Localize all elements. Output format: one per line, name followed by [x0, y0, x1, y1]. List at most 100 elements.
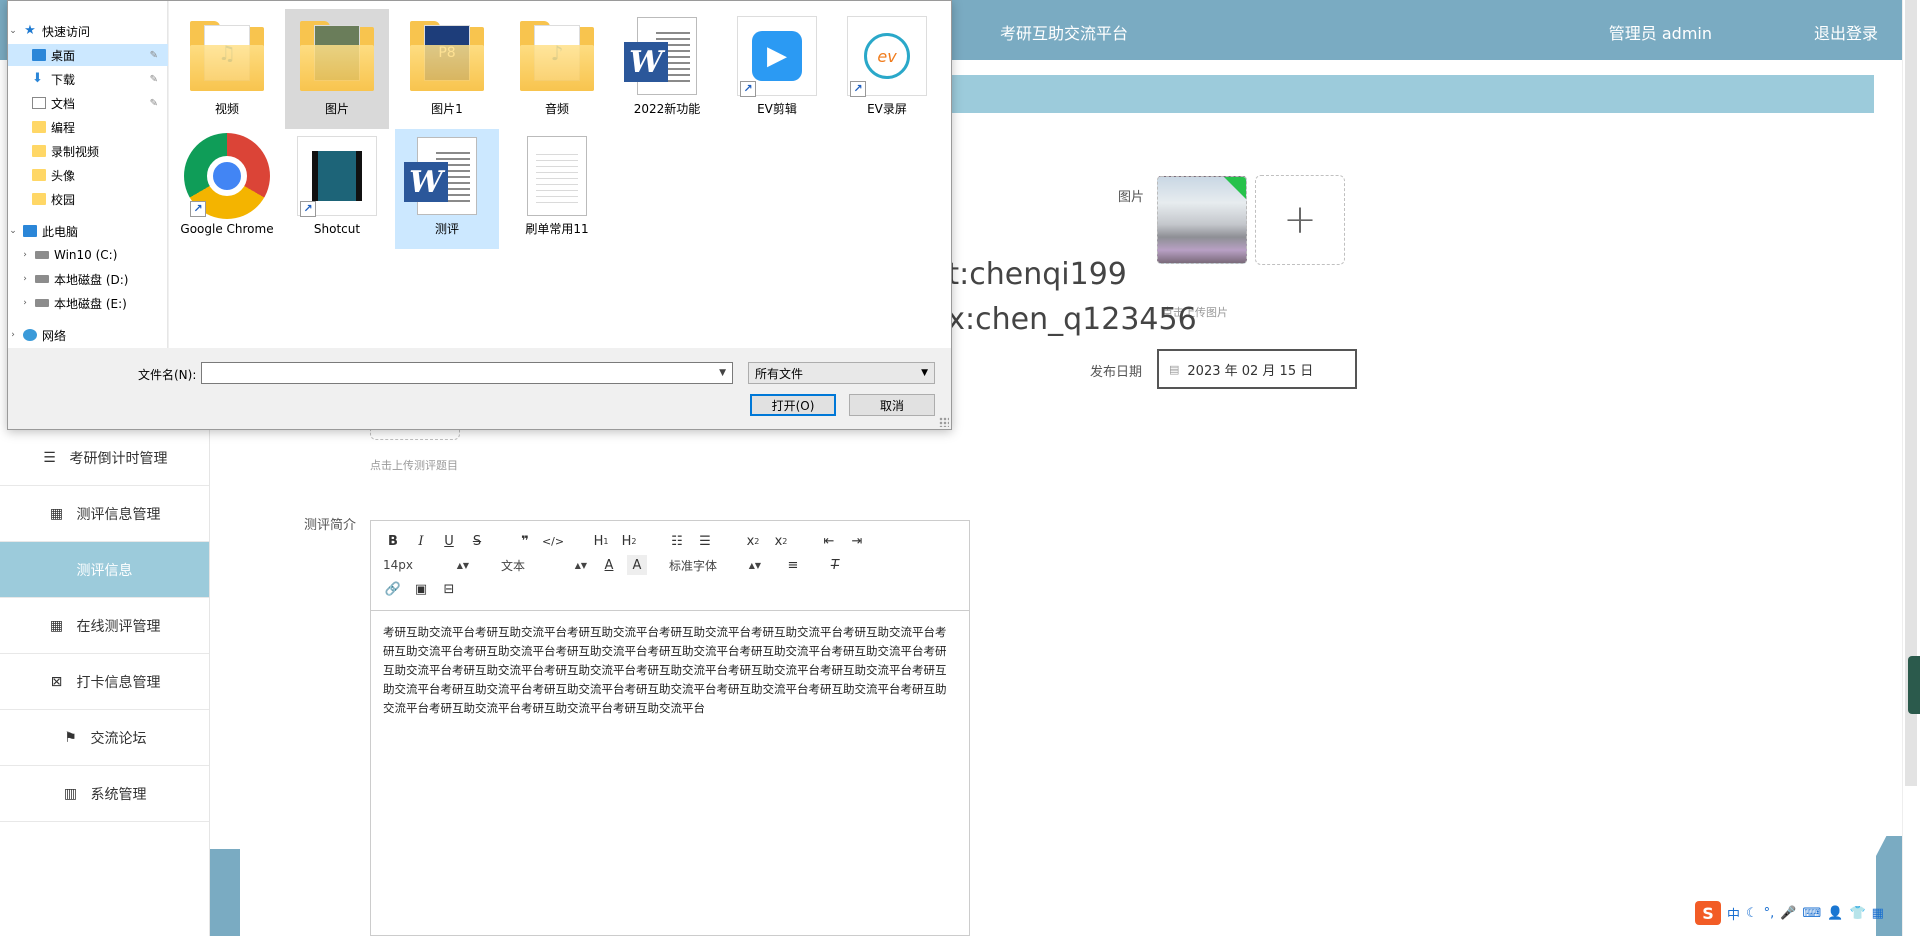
sidebar-item-countdown[interactable]: ☰ 考研倒计时管理 [0, 430, 209, 486]
rich-text-editor: B I U S ❞ </> H1 H2 ☷ ☰ x2 x2 ⇤ ⇥ 14px ▲▼ [370, 520, 970, 936]
moon-icon[interactable]: ☾ [1746, 906, 1758, 921]
ordered-list-button[interactable]: ☷ [667, 531, 687, 551]
file-item-pictures[interactable]: 图片 [285, 9, 389, 129]
clear-format-button[interactable]: T̶ [825, 555, 845, 575]
video-icon[interactable]: ⊟ [439, 579, 459, 599]
cancel-button[interactable]: 取消 [849, 394, 935, 416]
background-color-button[interactable]: A [627, 555, 647, 575]
editor-toolbar: B I U S ❞ </> H1 H2 ☷ ☰ x2 x2 ⇤ ⇥ 14px ▲▼ [371, 521, 969, 611]
side-widget-tab[interactable] [1908, 656, 1920, 714]
punctuation-icon[interactable]: °, [1764, 906, 1775, 921]
sidebar-item-review-info[interactable]: 测评信息 [0, 542, 209, 598]
image-upload-button[interactable]: + [1255, 175, 1345, 265]
nav-recorded-videos[interactable]: 录制视频 [8, 140, 168, 162]
image-icon[interactable]: ▣ [411, 579, 431, 599]
open-button[interactable]: 打开(O) [750, 394, 836, 416]
user-icon[interactable]: 👤 [1827, 906, 1843, 921]
font-size-select[interactable]: 14px ▲▼ [383, 558, 473, 572]
nav-desktop[interactable]: 桌面 ✎ [8, 44, 168, 66]
file-name: EV剪辑 [757, 102, 797, 116]
file-item-ev-editor[interactable]: ▶ ↗ EV剪辑 [725, 9, 829, 129]
filetype-value: 所有文件 [755, 366, 804, 381]
chevron-right-icon[interactable]: › [20, 250, 30, 260]
resize-grip-icon[interactable] [939, 417, 949, 427]
microphone-icon[interactable]: 🎤 [1780, 906, 1796, 921]
page-scrollbar[interactable] [1902, 0, 1920, 936]
chevron-right-icon[interactable]: › [8, 330, 18, 340]
chevron-down-icon[interactable]: ⌄ [8, 226, 18, 236]
nav-label: 快速访问 [42, 24, 91, 39]
chevron-right-icon[interactable]: › [20, 274, 30, 284]
file-item-chrome[interactable]: ↗ Google Chrome [175, 129, 279, 249]
file-item-pictures1[interactable]: P8 图片1 [395, 9, 499, 129]
font-color-button[interactable]: A [599, 555, 619, 575]
bold-button[interactable]: B [383, 531, 403, 551]
heading-2-button[interactable]: H2 [619, 531, 639, 551]
nav-coding[interactable]: 编程 [8, 116, 168, 138]
outdent-button[interactable]: ⇤ [819, 531, 839, 551]
grid-icon: ▦ [49, 505, 64, 522]
code-block-button[interactable]: </> [542, 531, 564, 551]
heading-1-button[interactable]: H1 [591, 531, 611, 551]
filetype-select[interactable]: 所有文件 ▼ [748, 362, 935, 384]
menu-grid-icon[interactable]: ▦ [1872, 906, 1884, 921]
nav-network[interactable]: › 网络 [8, 324, 168, 346]
document-icon [32, 97, 46, 109]
sidebar-item-forum[interactable]: ⚑ 交流论坛 [0, 710, 209, 766]
file-name: 2022新功能 [633, 102, 701, 116]
nav-this-pc[interactable]: ⌄ 此电脑 [8, 220, 168, 242]
nav-label: 下载 [51, 72, 76, 87]
nav-drive-d[interactable]: › 本地磁盘 (D:) [8, 268, 168, 290]
link-icon[interactable]: 🔗 [383, 579, 403, 599]
file-item-videos[interactable]: ♫ 视频 [175, 9, 279, 129]
font-family-select[interactable]: 标准字体 ▲▼ [669, 557, 765, 574]
uploaded-image-thumbnail[interactable] [1157, 176, 1247, 264]
nav-drive-e[interactable]: › 本地磁盘 (E:) [8, 292, 168, 314]
sogou-logo[interactable]: S [1695, 901, 1721, 925]
sidebar-item-checkin[interactable]: ⊠ 打卡信息管理 [0, 654, 209, 710]
clipboard-icon: ⊠ [50, 673, 63, 690]
text-style-select[interactable]: 文本 ▲▼ [501, 557, 591, 574]
file-item-brush[interactable]: 刷单常用11 [505, 129, 609, 249]
bullet-list-button[interactable]: ☰ [695, 531, 715, 551]
align-button[interactable]: ≡ [783, 555, 803, 575]
file-name: Shotcut [313, 222, 361, 236]
nav-avatar[interactable]: 头像 [8, 164, 168, 186]
image-label: 图片 [1118, 190, 1145, 205]
chevron-down-icon[interactable]: ⌄ [8, 26, 18, 36]
superscript-button[interactable]: x2 [771, 531, 791, 551]
file-item-audio[interactable]: ♪ 音频 [505, 9, 609, 129]
sidebar-item-system[interactable]: ▥ 系统管理 [0, 766, 209, 822]
strikethrough-button[interactable]: S [467, 531, 487, 551]
sidebar-item-online-test[interactable]: ▦ 在线测评管理 [0, 598, 209, 654]
logout-link[interactable]: 退出登录 [1814, 20, 1878, 44]
pin-icon: ✎ [149, 49, 158, 61]
underline-button[interactable]: U [439, 531, 459, 551]
editor-content[interactable]: 考研互助交流平台考研互助交流平台考研互助交流平台考研互助交流平台考研互助交流平台… [371, 611, 969, 730]
nav-label: 头像 [51, 168, 76, 183]
blockquote-button[interactable]: ❞ [515, 531, 535, 551]
nav-campus[interactable]: 校园 [8, 188, 168, 210]
chevron-down-icon[interactable]: ▼ [719, 368, 726, 378]
question-upload-box[interactable] [370, 430, 460, 440]
nav-documents[interactable]: 文档 ✎ [8, 92, 168, 114]
file-item-shotcut[interactable]: ↗ Shotcut [285, 129, 389, 249]
skin-icon[interactable]: 👕 [1849, 906, 1865, 921]
file-item-review[interactable]: W 测评 [395, 129, 499, 249]
file-item-word2022[interactable]: W 2022新功能 [615, 9, 719, 129]
publish-date-input[interactable]: ▤ 2023 年 02 月 15 日 [1157, 349, 1357, 389]
chevron-right-icon[interactable]: › [20, 298, 30, 308]
nav-quick-access[interactable]: ⌄ ★ 快速访问 [8, 20, 168, 42]
keyboard-icon[interactable]: ⌨ [1803, 906, 1822, 921]
sidebar-item-review-manage[interactable]: ▦ 测评信息管理 [0, 486, 209, 542]
nav-downloads[interactable]: ⬇ 下载 ✎ [8, 68, 168, 90]
subscript-button[interactable]: x2 [743, 531, 763, 551]
italic-button[interactable]: I [411, 531, 431, 551]
publish-date-value: 2023 年 02 月 15 日 [1187, 363, 1314, 379]
ime-language-toggle[interactable]: 中 [1727, 904, 1740, 923]
folder-icon: P8 [410, 21, 484, 91]
indent-button[interactable]: ⇥ [847, 531, 867, 551]
nav-drive-c[interactable]: › Win10 (C:) [8, 244, 168, 266]
filename-input[interactable]: ▼ [201, 362, 733, 384]
file-item-ev-recorder[interactable]: ev ↗ EV录屏 [835, 9, 939, 129]
